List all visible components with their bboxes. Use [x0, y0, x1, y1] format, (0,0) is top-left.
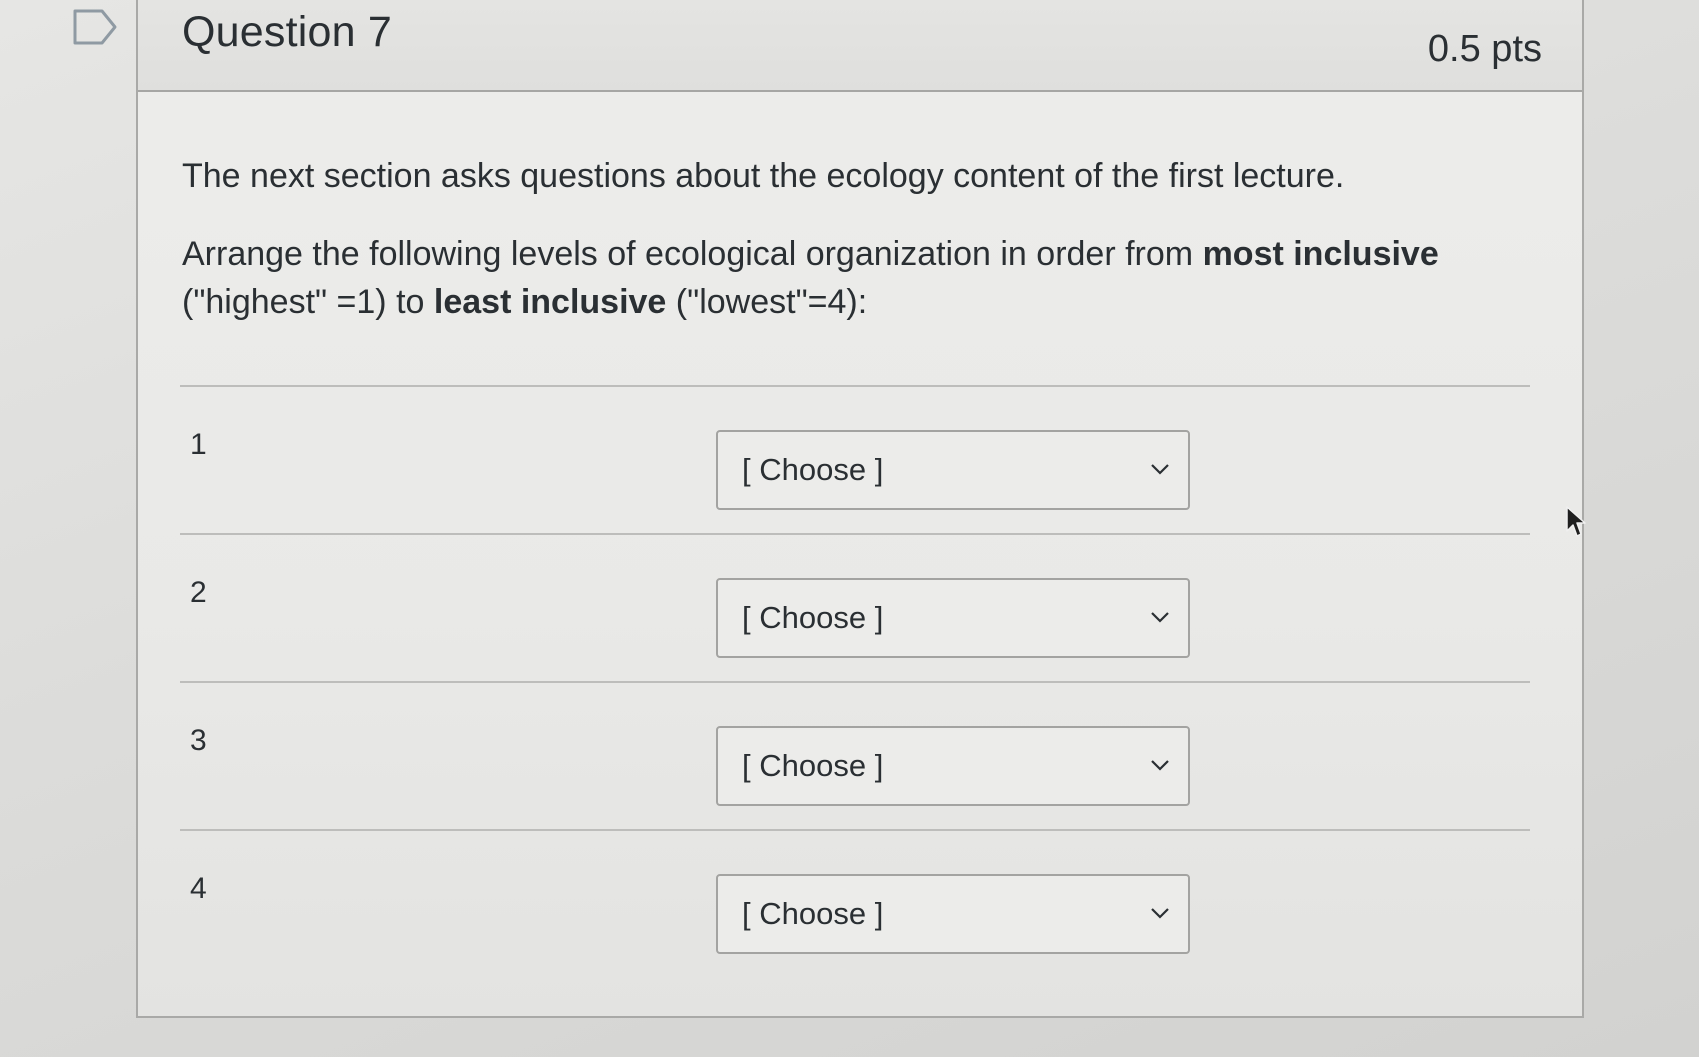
select-value: [ Choose ] [742, 600, 884, 635]
question-points: 0.5 pts [1427, 28, 1542, 70]
row-divider [180, 533, 1530, 535]
instruction-bold-least-inclusive: least inclusive [433, 283, 667, 321]
select-value: [ Choose ] [742, 452, 884, 487]
answer-select-1[interactable]: [ Choose ] [716, 430, 1190, 510]
instruction-bold-most-inclusive: most inclusive [1202, 235, 1439, 273]
row-divider [180, 385, 1530, 387]
row-label-4: 4 [190, 872, 207, 905]
chevron-down-icon [1151, 464, 1169, 475]
row-label-3: 3 [190, 724, 207, 757]
chevron-down-icon [1151, 612, 1169, 623]
question-intro: The next section asks questions about th… [182, 157, 1345, 195]
select-value: [ Choose ] [742, 896, 884, 931]
row-label-1: 1 [190, 428, 207, 461]
row-divider [180, 829, 1530, 831]
question-instruction: Arrange the following levels of ecologic… [182, 230, 1502, 326]
answer-select-4[interactable]: [ Choose ] [716, 874, 1190, 954]
instruction-text-3: ("lowest"=4): [666, 283, 868, 321]
question-card: Question 7 0.5 pts The next section asks… [136, 0, 1584, 1018]
instruction-text-1: Arrange the following levels of ecologic… [182, 235, 1203, 273]
answer-select-3[interactable]: [ Choose ] [716, 726, 1190, 806]
row-divider [180, 681, 1530, 683]
answer-select-2[interactable]: [ Choose ] [716, 578, 1190, 658]
question-header: Question 7 0.5 pts [138, 0, 1582, 92]
flag-question-icon[interactable] [72, 8, 118, 46]
chevron-down-icon [1151, 908, 1169, 919]
instruction-text-2: ("highest" =1) to [182, 283, 434, 321]
mouse-pointer-icon [1566, 506, 1586, 537]
chevron-down-icon [1151, 760, 1169, 771]
select-value: [ Choose ] [742, 748, 884, 783]
question-title: Question 7 [182, 8, 392, 56]
row-label-2: 2 [190, 576, 207, 609]
